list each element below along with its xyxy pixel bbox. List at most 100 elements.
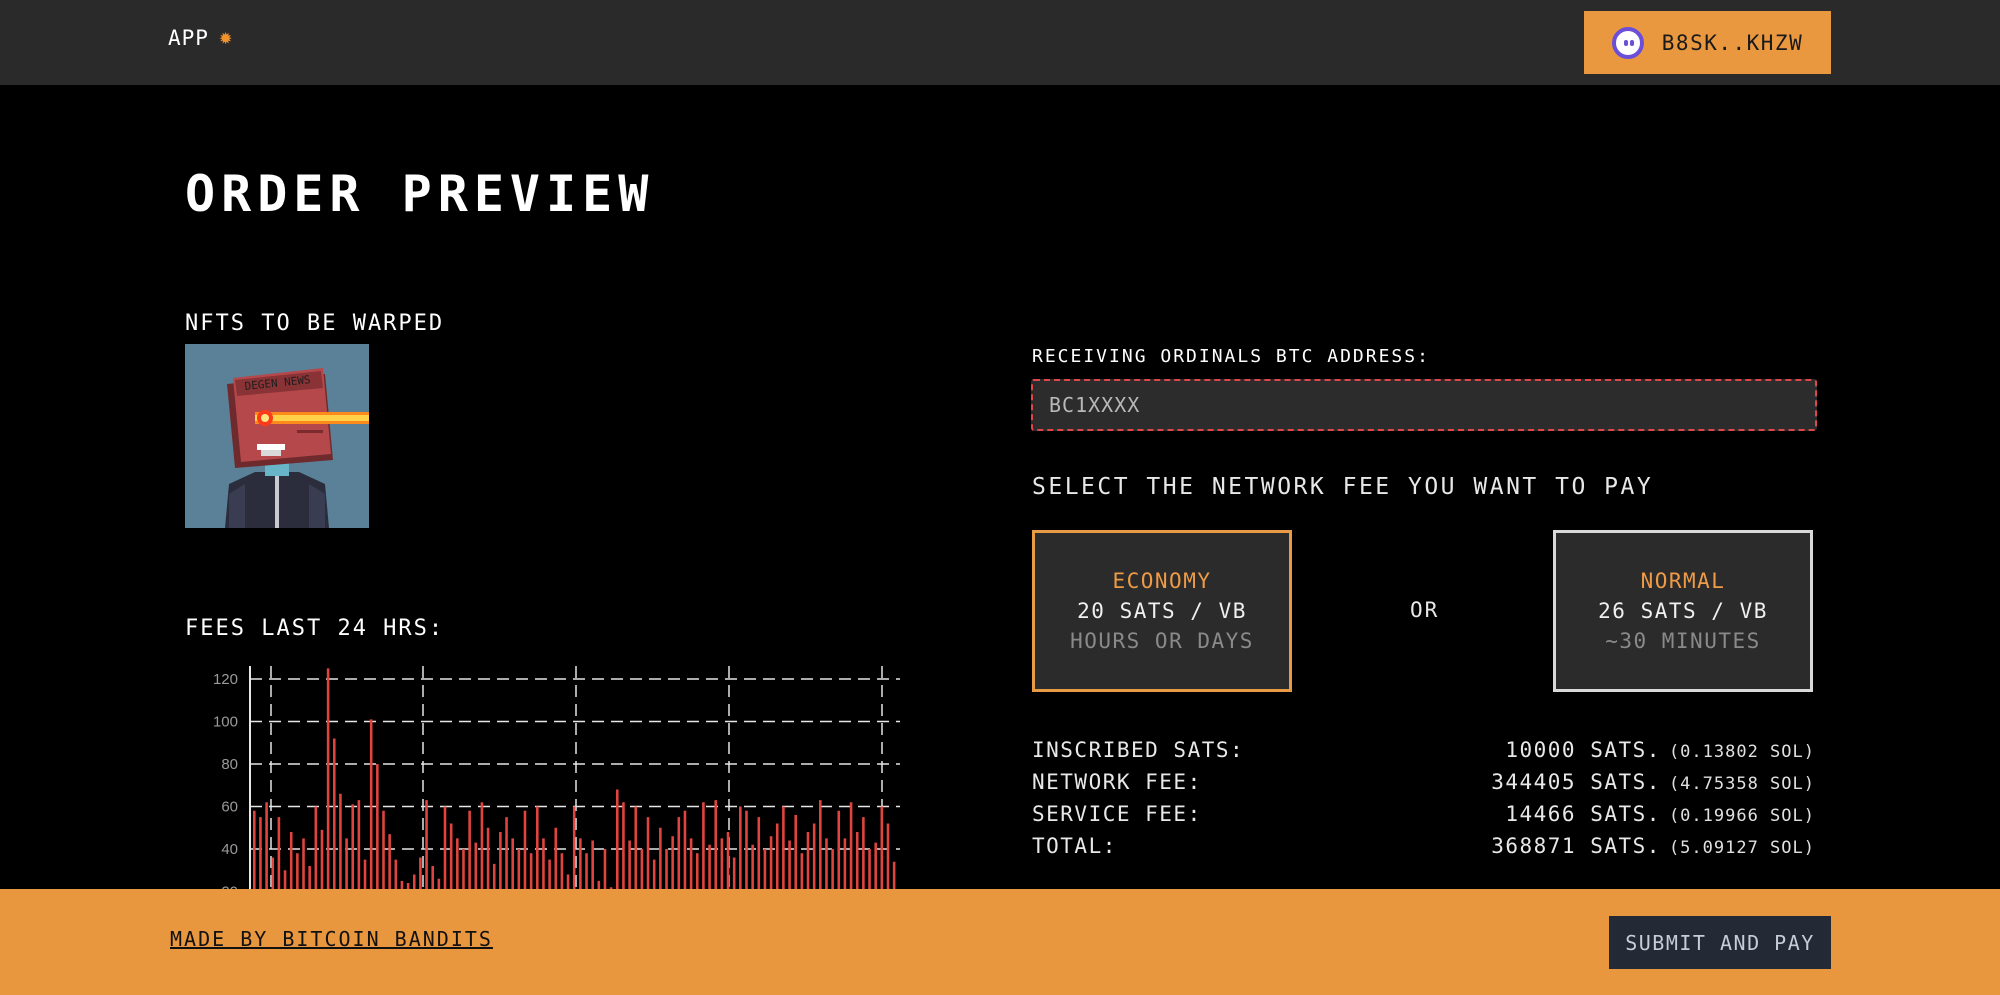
chart-y-tick-label: 80 [221,756,238,773]
address-label: RECEIVING ORDINALS BTC ADDRESS: [1032,346,1430,367]
chart-bar [825,838,828,889]
chart-bar [862,817,865,889]
chart-y-tick-label: 100 [213,714,238,731]
chart-bar [517,849,521,889]
chart-bar [634,806,638,889]
chart-y-tick-label: 120 [213,671,238,688]
sun-icon: ✹ [218,25,234,50]
chart-bar [456,838,459,889]
chart-bar [554,827,558,889]
chart-bar [265,802,268,889]
chart-y-tick-label: 60 [221,799,238,816]
chart-bar [394,859,398,889]
chart-bar [886,823,890,889]
app-brand[interactable]: APP ✹ [168,26,233,50]
chart-bar [572,806,576,889]
chart-bar [591,840,594,889]
chart-bar [628,840,631,889]
chart-bar [837,810,841,889]
chart-bar [400,880,404,889]
chart-bar [819,800,822,889]
wallet-button[interactable]: B8SK..KHZW [1584,11,1831,74]
fee-option-economy[interactable]: ECONOMY 20 SATS / VB HOURS OR DAYS [1032,530,1292,692]
chart-bar [615,789,619,889]
fee-option-normal[interactable]: NORMAL 26 SATS / VB ~30 MINUTES [1553,530,1813,692]
chart-bar [892,861,896,889]
chart-bar [431,866,434,889]
chart-bar [677,817,681,889]
fee-option-rate: 26 SATS / VB [1598,599,1768,623]
chart-bar [376,764,379,889]
chart-bar [369,719,373,889]
fee-option-eta: ~30 MINUTES [1605,629,1761,653]
chart-bar [788,840,791,889]
footer: MADE BY BITCOIN BANDITS SUBMIT AND PAY [0,889,2000,995]
chart-bar [462,849,465,889]
credit-link[interactable]: MADE BY BITCOIN BANDITS [170,927,493,951]
chart-bar [659,827,662,889]
chart-bar [480,802,484,889]
chart-bar [302,838,305,889]
chart-bar [443,806,447,889]
chart-bar [874,842,877,889]
chart-bar [695,853,699,889]
summary-row-inscribed: INSCRIBED SATS: 10000 SATS. (0.13802 SOL) [1032,738,1815,770]
chart-bar [849,802,853,889]
summary-label: TOTAL: [1032,834,1117,858]
chart-bar [775,823,779,889]
summary-sats: 10000 SATS. [1505,738,1661,762]
chart-bar [357,800,361,889]
summary-row-network-fee: NETWORK FEE: 344405 SATS. (4.75358 SOL) [1032,770,1815,802]
chart-bar [382,810,385,889]
network-fee-heading: SELECT THE NETWORK FEE YOU WANT TO PAY [1032,474,1654,500]
chart-bar [419,857,422,889]
chart-bar [720,838,724,889]
top-bar: APP ✹ B8SK..KHZW [0,0,2000,85]
chart-bar [283,870,287,889]
nft-pixel-art: DEGEN NEWS [185,344,369,528]
chart-bar [351,804,355,889]
chart-bar [529,853,533,889]
nfts-section-label: NFTS TO BE WARPED [185,311,445,336]
chart-bar [880,806,884,889]
summary-sats: 368871 SATS. [1491,834,1661,858]
chart-bar [622,802,625,889]
summary-row-service-fee: SERVICE FEE: 14466 SATS. (0.19966 SOL) [1032,802,1815,834]
nft-thumbnail[interactable]: DEGEN NEWS [185,344,369,528]
chart-bar [296,853,299,889]
chart-bar [812,823,816,889]
chart-bar [566,874,570,889]
chart-bar [271,857,275,889]
chart-bar [763,849,767,889]
phantom-ghost-icon [1611,26,1644,59]
chart-bar [486,827,490,889]
chart-bar [253,810,256,889]
chart-bar [794,815,797,889]
btc-address-input[interactable] [1031,379,1817,431]
fee-option-eta: HOURS OR DAYS [1070,629,1254,653]
chart-bar [640,849,644,889]
summary-label: SERVICE FEE: [1032,802,1202,826]
chart-bar [339,793,342,889]
chart-bar [289,832,293,889]
summary-label: NETWORK FEE: [1032,770,1202,794]
wallet-address-label: B8SK..KHZW [1661,30,1804,55]
chart-bar [449,823,453,889]
summary-row-total: TOTAL: 368871 SATS. (5.09127 SOL) [1032,834,1815,866]
submit-and-pay-button[interactable]: SUBMIT AND PAY [1609,916,1831,969]
chart-bar [800,853,804,889]
chart-bar [732,857,736,889]
chart-bar [499,832,502,889]
chart-bar [739,806,742,889]
summary-sol: (5.09127 SOL) [1668,838,1815,858]
chart-bar [492,863,496,889]
chart-bar [868,849,871,889]
chart-bar [511,838,514,889]
chart-bar [437,878,441,889]
chart-bar [603,849,607,889]
chart-bar [708,844,711,889]
chart-bar [855,832,859,889]
chart-bar [536,806,539,889]
chart-bar [474,842,478,889]
chart-bar [579,838,582,889]
